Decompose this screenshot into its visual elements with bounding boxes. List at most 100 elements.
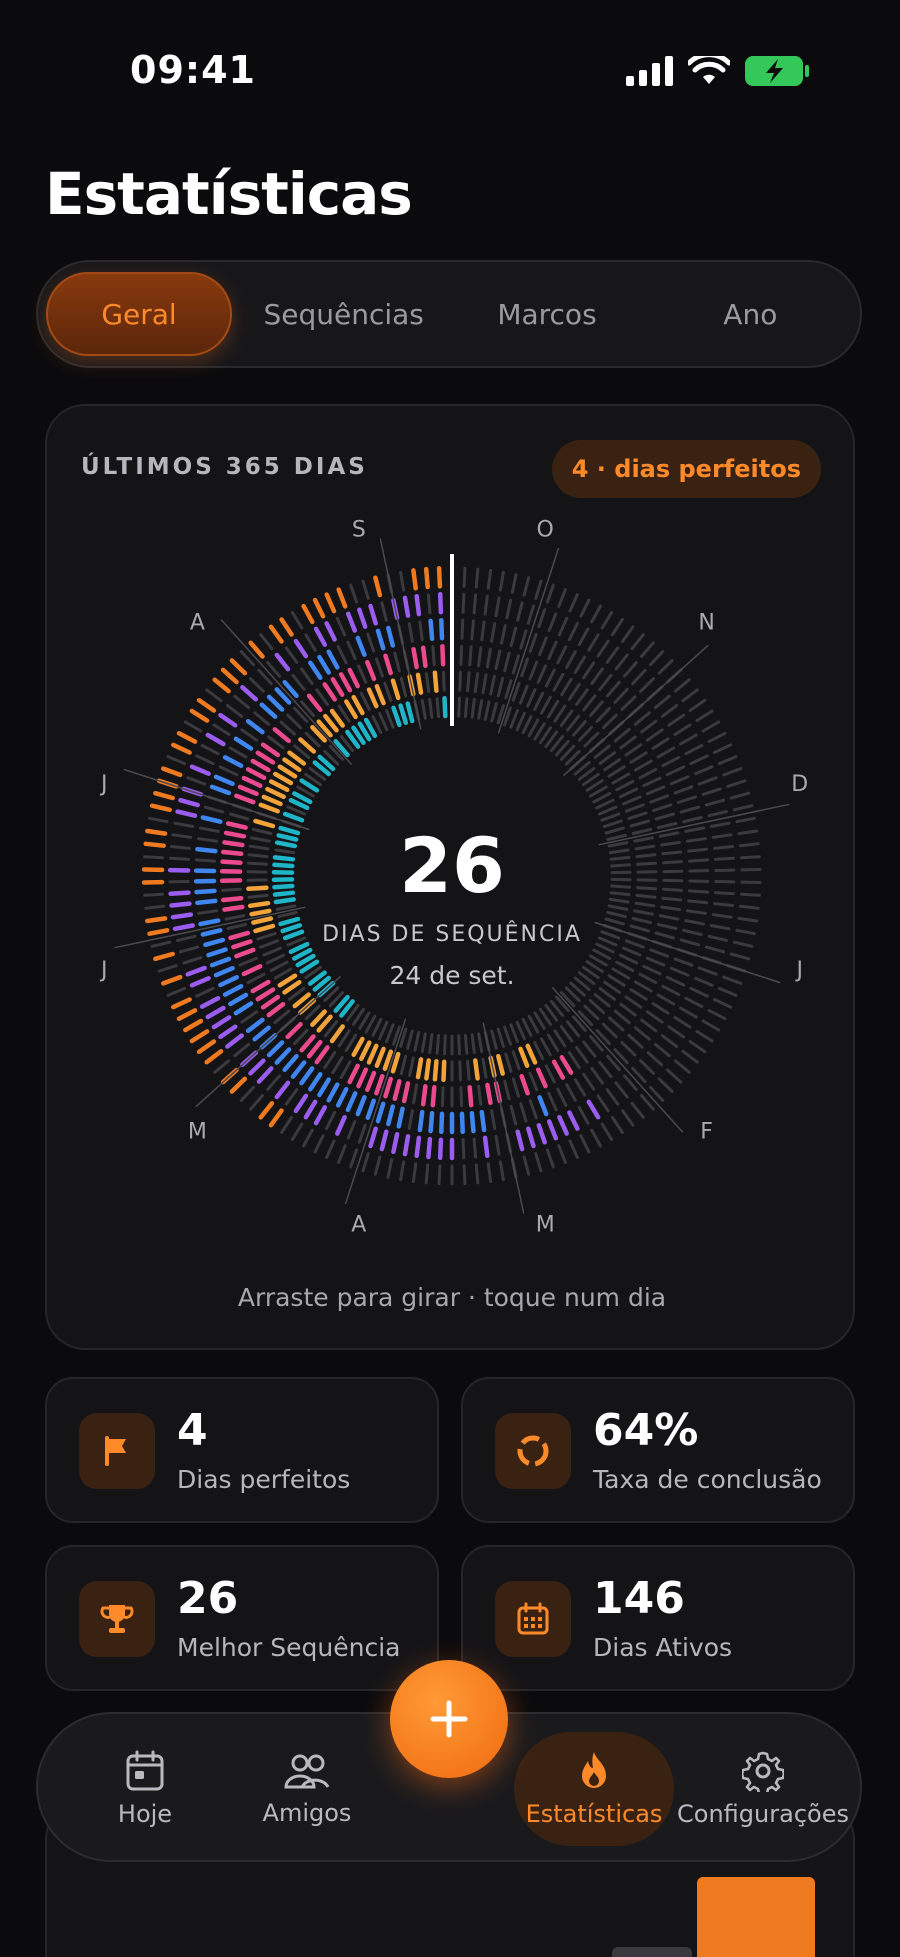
day-tick[interactable] [722,767,743,777]
day-tick[interactable] [386,625,396,648]
day-tick[interactable] [534,579,543,600]
day-tick[interactable] [679,733,698,746]
day-tick[interactable] [490,702,498,723]
day-tick[interactable] [344,1033,358,1052]
day-tick[interactable] [660,1034,679,1048]
day-tick[interactable] [249,908,272,917]
day-tick[interactable] [256,1066,274,1084]
day-tick[interactable] [339,1060,352,1080]
day-tick[interactable] [590,667,604,685]
day-tick[interactable] [673,723,692,736]
day-tick[interactable] [596,1094,610,1113]
day-tick[interactable] [509,1023,519,1043]
day-tick[interactable] [259,702,278,719]
day-tick[interactable] [407,622,414,643]
day-tick[interactable] [437,1137,444,1161]
day-tick[interactable] [424,1058,431,1081]
day-tick[interactable] [494,649,502,671]
day-tick[interactable] [546,700,560,719]
day-tick[interactable] [435,697,441,719]
day-tick[interactable] [293,638,309,659]
day-tick[interactable] [248,1058,266,1076]
day-tick[interactable] [525,1043,538,1065]
day-tick[interactable] [385,709,395,729]
nav-item-today[interactable]: Hoje [65,1732,225,1846]
day-tick[interactable] [627,811,648,820]
day-tick[interactable] [206,947,228,958]
day-tick[interactable] [290,1060,307,1079]
day-tick[interactable] [274,1047,292,1065]
day-tick[interactable] [515,711,526,732]
day-tick[interactable] [520,657,530,678]
day-tick[interactable] [559,1055,574,1075]
day-tick[interactable] [510,573,518,594]
day-tick[interactable] [673,785,694,795]
day-tick[interactable] [526,604,535,625]
day-tick[interactable] [589,1035,604,1052]
day-tick[interactable] [411,568,418,591]
day-tick[interactable] [345,611,358,633]
day-tick[interactable] [259,633,274,651]
day-tick[interactable] [237,784,259,797]
day-tick[interactable] [224,914,246,921]
day-tick[interactable] [368,603,378,626]
day-tick[interactable] [408,1056,415,1077]
day-tick[interactable] [436,566,443,589]
day-tick[interactable] [212,677,231,694]
day-tick[interactable] [538,636,548,657]
day-tick[interactable] [567,1051,581,1070]
day-tick[interactable] [490,1109,497,1130]
day-tick[interactable] [575,688,589,706]
day-tick[interactable] [684,996,704,1009]
day-tick[interactable] [335,1086,349,1108]
day-tick[interactable] [300,667,314,685]
day-tick[interactable] [477,1084,483,1106]
day-tick[interactable] [401,1081,411,1104]
day-tick[interactable] [442,670,446,692]
day-tick[interactable] [304,633,317,652]
day-tick[interactable] [461,1138,466,1160]
day-tick[interactable] [459,1111,465,1135]
nav-item-settings[interactable]: Configurações [677,1732,849,1846]
day-tick[interactable] [368,1126,378,1149]
day-tick[interactable] [527,1014,540,1034]
day-tick[interactable] [211,1015,232,1030]
day-tick[interactable] [245,718,265,735]
day-tick[interactable] [515,1020,526,1041]
day-tick[interactable] [383,1076,393,1099]
day-tick[interactable] [272,727,291,744]
day-tick[interactable] [170,912,194,920]
day-tick[interactable] [540,1037,552,1057]
day-tick[interactable] [245,767,267,781]
day-tick[interactable] [729,952,751,961]
day-tick[interactable] [653,694,671,710]
day-tick[interactable] [424,1163,430,1185]
day-tick[interactable] [565,650,577,669]
day-tick[interactable] [533,1041,545,1061]
day-tick[interactable] [573,1078,587,1097]
day-tick[interactable] [325,1111,337,1131]
day-tick[interactable] [472,1137,478,1159]
day-tick[interactable] [426,593,432,615]
day-tick[interactable] [176,731,198,744]
day-tick[interactable] [519,1073,530,1096]
day-tick[interactable] [496,676,505,698]
day-tick[interactable] [415,672,424,695]
day-tick[interactable] [233,1042,251,1058]
day-tick[interactable] [463,697,469,719]
day-tick[interactable] [314,1045,330,1065]
day-tick[interactable] [298,737,317,754]
day-tick[interactable] [463,1033,469,1055]
day-tick[interactable] [688,698,707,712]
day-tick[interactable] [496,1053,505,1076]
day-tick[interactable] [673,1059,691,1074]
day-tick[interactable] [303,1099,318,1120]
day-tick[interactable] [582,694,597,712]
day-tick[interactable] [357,607,368,629]
day-tick[interactable] [233,1001,254,1016]
day-tick[interactable] [266,1040,285,1058]
day-tick[interactable] [579,598,591,618]
day-tick[interactable] [598,1061,613,1079]
day-tick[interactable] [411,1162,418,1184]
day-tick[interactable] [324,592,337,614]
